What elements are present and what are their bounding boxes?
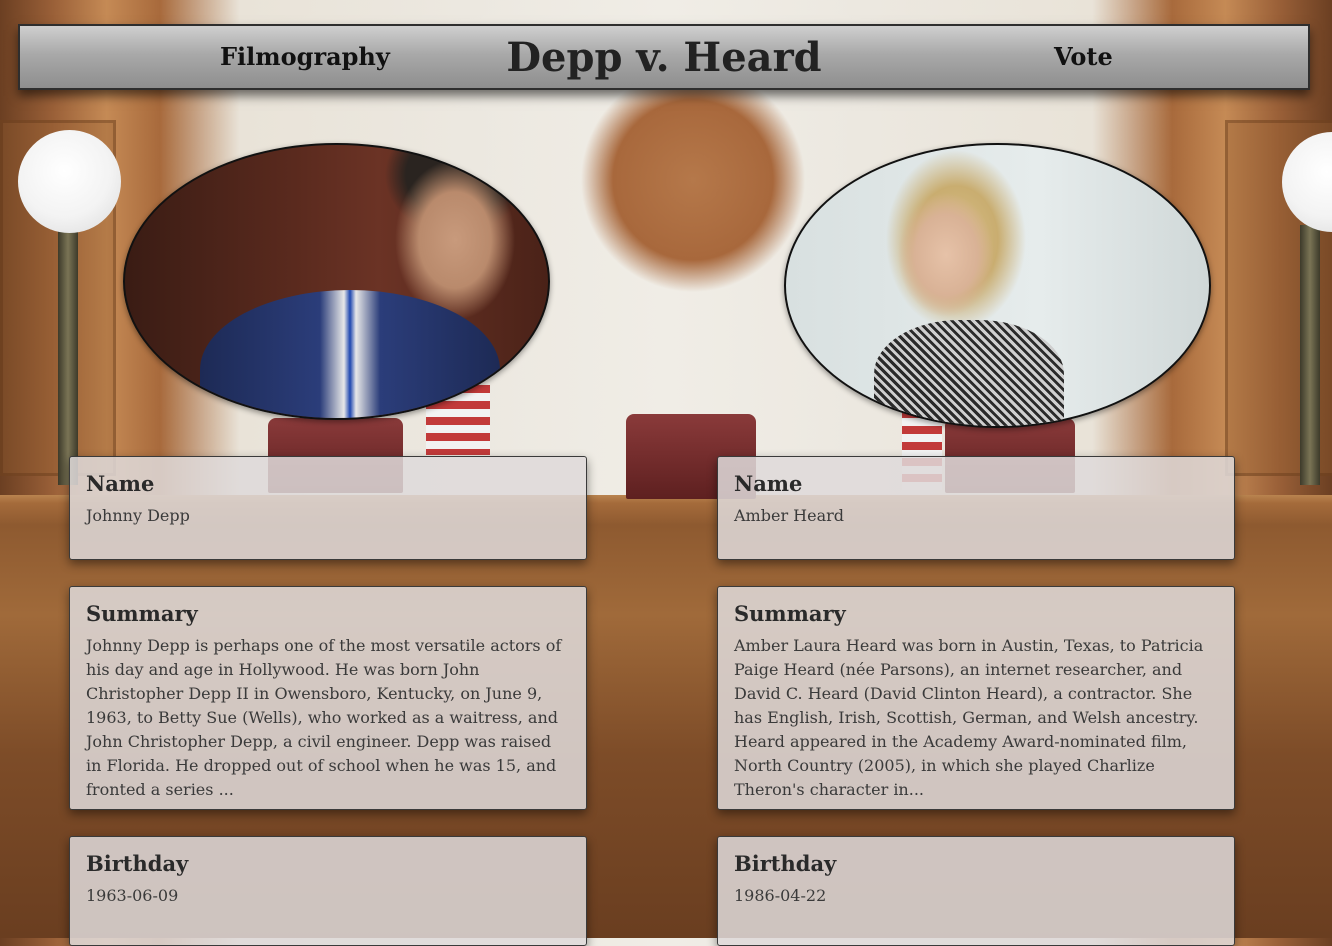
birthday-value: 1963-06-09 (86, 886, 179, 905)
filmography-link[interactable]: Filmography (220, 42, 390, 71)
summary-heading: Summary (734, 601, 846, 626)
birthday-value: 1986-04-22 (734, 886, 827, 905)
summary-card-right: Summary Amber Laura Heard was born in Au… (717, 586, 1235, 810)
name-value: Amber Heard (734, 506, 845, 525)
birthday-heading: Birthday (86, 851, 189, 876)
birthday-card-right: Birthday 1986-04-22 (717, 836, 1235, 946)
page-title: Depp v. Heard (506, 34, 822, 81)
lamp-post-left (58, 225, 78, 485)
summary-heading: Summary (86, 601, 198, 626)
summary-text: Amber Laura Heard was born in Austin, Te… (734, 636, 1204, 799)
vote-link[interactable]: Vote (1054, 42, 1113, 71)
birthday-heading: Birthday (734, 851, 837, 876)
summary-card-left: Summary Johnny Depp is perhaps one of th… (69, 586, 587, 810)
birthday-card-left: Birthday 1963-06-09 (69, 836, 587, 946)
amber-heard-photo (784, 143, 1211, 428)
lamp-globe-left (18, 130, 121, 233)
summary-text: Johnny Depp is perhaps one of the most v… (86, 636, 562, 799)
name-card-right: Name Amber Heard (717, 456, 1235, 560)
name-value: Johnny Depp (86, 506, 190, 525)
name-card-left: Name Johnny Depp (69, 456, 587, 560)
johnny-depp-photo (123, 143, 550, 420)
name-heading: Name (86, 471, 155, 496)
name-heading: Name (734, 471, 803, 496)
lamp-post-right (1300, 225, 1320, 485)
header-bar: Depp v. Heard Filmography Vote (18, 24, 1310, 90)
